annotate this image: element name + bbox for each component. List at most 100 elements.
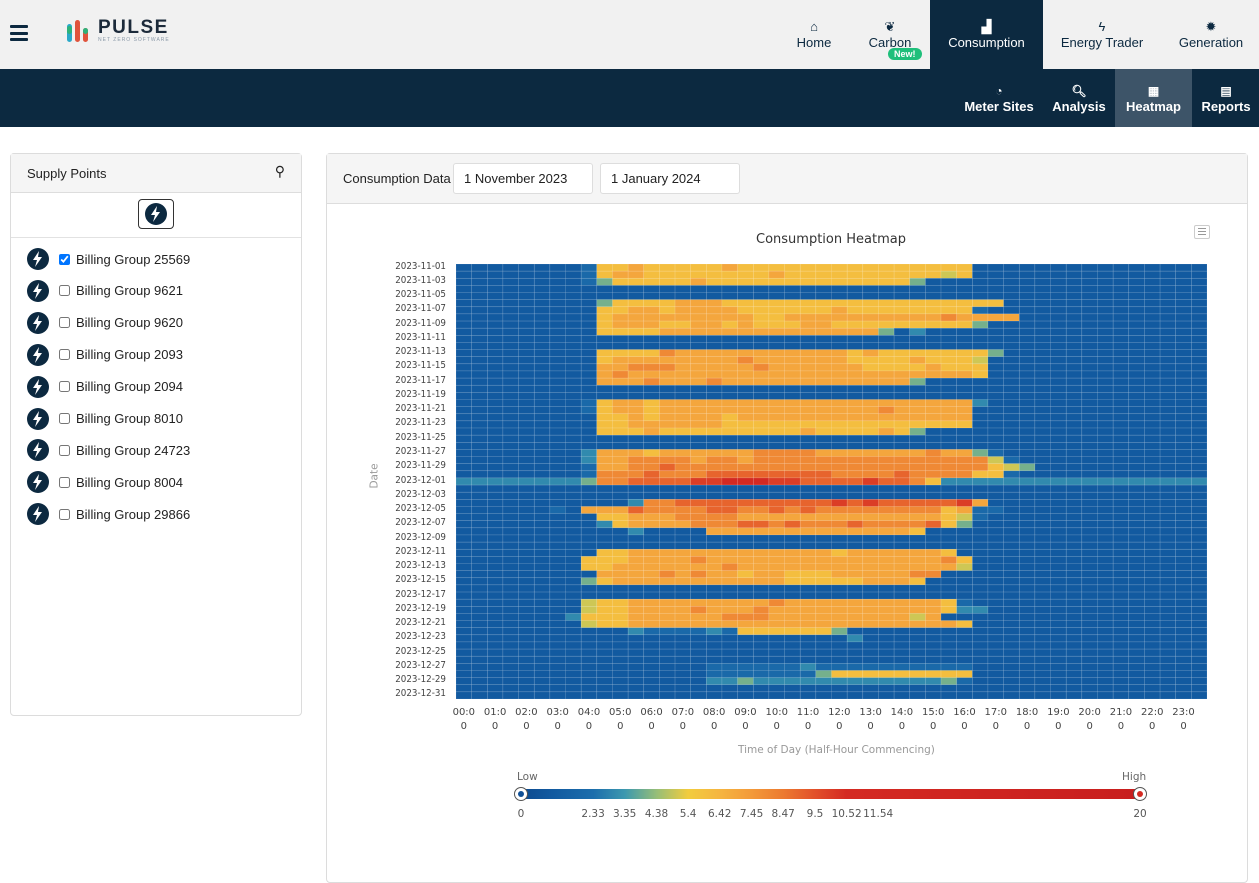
- heatmap-cell[interactable]: [1175, 663, 1192, 671]
- heatmap-cell[interactable]: [815, 277, 832, 286]
- heatmap-cell[interactable]: [706, 499, 723, 507]
- heatmap-cell[interactable]: [799, 384, 817, 393]
- heatmap-cell[interactable]: [565, 320, 582, 329]
- heatmap-cell[interactable]: [1144, 570, 1161, 579]
- heatmap-cell[interactable]: [925, 292, 942, 300]
- heatmap-cell[interactable]: [596, 598, 613, 607]
- heatmap-cell[interactable]: [471, 449, 488, 457]
- heatmap-cell[interactable]: [752, 335, 770, 343]
- heatmap-cell[interactable]: [1018, 541, 1036, 550]
- heatmap-cell[interactable]: [1065, 292, 1083, 300]
- heatmap-cell[interactable]: [784, 456, 801, 464]
- heatmap-cell[interactable]: [612, 691, 629, 699]
- heatmap-cell[interactable]: [1003, 377, 1020, 386]
- heatmap-cell[interactable]: [580, 534, 598, 543]
- heatmap-cell[interactable]: [752, 513, 770, 522]
- heatmap-cell[interactable]: [612, 292, 629, 300]
- heatmap-cell[interactable]: [580, 491, 598, 500]
- heatmap-cell[interactable]: [956, 456, 973, 464]
- heatmap-cell[interactable]: [533, 320, 551, 329]
- heatmap-cell[interactable]: [1159, 570, 1177, 579]
- heatmap-cell[interactable]: [721, 670, 738, 678]
- heatmap-cell[interactable]: [549, 548, 566, 557]
- heatmap-cell[interactable]: [486, 506, 504, 514]
- heatmap-cell[interactable]: [533, 556, 551, 564]
- heatmap-cell[interactable]: [612, 335, 629, 343]
- heatmap-cell[interactable]: [643, 527, 660, 536]
- heatmap-cell[interactable]: [580, 663, 598, 671]
- heatmap-cell[interactable]: [471, 406, 488, 415]
- heatmap-cell[interactable]: [878, 691, 895, 699]
- heatmap-cell[interactable]: [580, 356, 598, 365]
- heatmap-cell[interactable]: [768, 313, 785, 322]
- heatmap-cell[interactable]: [533, 613, 551, 621]
- heatmap-cell[interactable]: [909, 427, 926, 436]
- heatmap-cell[interactable]: [1112, 370, 1130, 379]
- heatmap-cell[interactable]: [1065, 384, 1083, 393]
- heatmap-cell[interactable]: [768, 342, 785, 350]
- heatmap-cell[interactable]: [1018, 456, 1036, 464]
- heatmap-cell[interactable]: [1144, 270, 1161, 279]
- heatmap-cell[interactable]: [1050, 520, 1067, 529]
- heatmap-cell[interactable]: [784, 292, 801, 300]
- heatmap-cell[interactable]: [580, 598, 598, 607]
- heatmap-cell[interactable]: [1112, 663, 1130, 671]
- heatmap-cell[interactable]: [1159, 577, 1177, 586]
- heatmap-cell[interactable]: [690, 356, 707, 365]
- heatmap-cell[interactable]: [846, 655, 864, 664]
- heatmap-cell[interactable]: [1112, 420, 1130, 429]
- heatmap-cell[interactable]: [1191, 313, 1207, 322]
- heatmap-cell[interactable]: [784, 434, 801, 443]
- heatmap-cell[interactable]: [674, 670, 691, 678]
- heatmap-cell[interactable]: [1159, 356, 1177, 365]
- heatmap-cell[interactable]: [549, 691, 566, 699]
- heatmap-cell[interactable]: [643, 655, 660, 664]
- heatmap-cell[interactable]: [987, 548, 1004, 557]
- heatmap-cell[interactable]: [690, 441, 707, 450]
- heatmap-cell[interactable]: [471, 677, 488, 686]
- heatmap-cell[interactable]: [878, 548, 895, 557]
- heatmap-cell[interactable]: [549, 370, 566, 379]
- nav-consumption[interactable]: ▟ Consumption: [930, 0, 1043, 69]
- heatmap-cell[interactable]: [1003, 556, 1020, 564]
- heatmap-cell[interactable]: [940, 591, 957, 600]
- heatmap-cell[interactable]: [1112, 598, 1130, 607]
- heatmap-cell[interactable]: [972, 420, 989, 429]
- heatmap-cell[interactable]: [486, 349, 504, 358]
- supply-point-item[interactable]: Billing Group 9621: [27, 279, 183, 303]
- heatmap-cell[interactable]: [737, 563, 754, 571]
- heatmap-cell[interactable]: [1050, 691, 1067, 699]
- heatmap-cell[interactable]: [878, 285, 895, 293]
- heatmap-cell[interactable]: [674, 470, 691, 479]
- heatmap-cell[interactable]: [737, 399, 754, 407]
- heatmap-cell[interactable]: [972, 520, 989, 529]
- heatmap-cell[interactable]: [878, 327, 895, 336]
- heatmap-cell[interactable]: [1003, 591, 1020, 600]
- heatmap-cell[interactable]: [815, 570, 832, 579]
- heatmap-cell[interactable]: [627, 292, 645, 300]
- heatmap-cell[interactable]: [627, 427, 645, 436]
- heatmap-cell[interactable]: [721, 264, 738, 272]
- heatmap-cell[interactable]: [627, 677, 645, 686]
- heatmap-cell[interactable]: [659, 484, 676, 493]
- heatmap-cell[interactable]: [690, 548, 707, 557]
- heatmap-cell[interactable]: [706, 477, 723, 486]
- heatmap-cell[interactable]: [752, 342, 770, 350]
- heatmap-cell[interactable]: [972, 570, 989, 579]
- heatmap-cell[interactable]: [940, 527, 957, 536]
- heatmap-cell[interactable]: [893, 534, 911, 543]
- heatmap-cell[interactable]: [752, 506, 770, 514]
- heatmap-cell[interactable]: [972, 548, 989, 557]
- heatmap-cell[interactable]: [893, 548, 911, 557]
- heatmap-cell[interactable]: [456, 527, 472, 536]
- heatmap-cell[interactable]: [612, 406, 629, 415]
- heatmap-cell[interactable]: [643, 634, 660, 643]
- heatmap-cell[interactable]: [627, 477, 645, 486]
- heatmap-cell[interactable]: [846, 463, 864, 472]
- heatmap-cell[interactable]: [862, 677, 879, 686]
- heatmap-cell[interactable]: [737, 470, 754, 479]
- heatmap-cell[interactable]: [471, 477, 488, 486]
- heatmap-cell[interactable]: [565, 363, 582, 372]
- heatmap-cell[interactable]: [1128, 320, 1145, 329]
- heatmap-cell[interactable]: [1034, 392, 1051, 400]
